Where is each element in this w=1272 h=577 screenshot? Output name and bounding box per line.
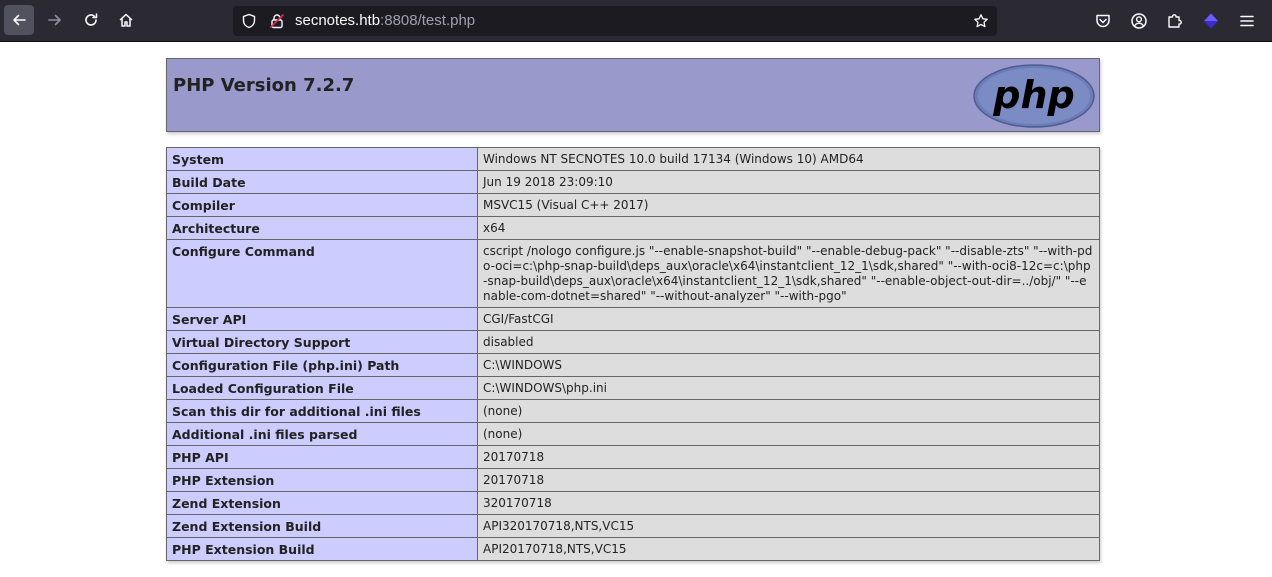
table-row: Configure Command cscript /nologo configu… <box>166 239 1100 308</box>
address-bar[interactable]: secnotes.htb:8808/test.php <box>233 6 997 36</box>
row-key: System <box>166 147 478 171</box>
phpinfo-table: System Windows NT SECNOTES 10.0 build 171… <box>166 147 1100 561</box>
table-row: Configuration File (php.ini) Path C:\WIND… <box>166 353 1100 377</box>
forward-button[interactable] <box>40 5 70 35</box>
row-value: 20170718 <box>477 445 1100 469</box>
row-key: Architecture <box>166 216 478 240</box>
row-key: Server API <box>166 307 478 331</box>
table-row: Server API CGI/FastCGI <box>166 307 1100 331</box>
row-value: C:\WINDOWS <box>477 353 1100 377</box>
row-key: Configuration File (php.ini) Path <box>166 353 478 377</box>
cube-icon[interactable] <box>1202 12 1220 30</box>
row-value: API20170718,NTS,VC15 <box>477 537 1100 561</box>
home-icon <box>119 13 133 27</box>
php-logo-text: php <box>992 73 1074 117</box>
url-text[interactable]: secnotes.htb:8808/test.php <box>295 12 475 29</box>
account-icon[interactable] <box>1130 12 1148 30</box>
row-value: API320170718,NTS,VC15 <box>477 514 1100 538</box>
browser-toolbar: secnotes.htb:8808/test.php <box>0 0 1272 42</box>
row-key: Loaded Configuration File <box>166 376 478 400</box>
row-key: Compiler <box>166 193 478 217</box>
puzzle-icon[interactable] <box>1166 12 1184 30</box>
table-row: PHP Extension 20170718 <box>166 468 1100 492</box>
shield-icon[interactable] <box>241 13 257 29</box>
row-value: cscript /nologo configure.js "--enable-s… <box>477 239 1100 308</box>
table-row: Zend Extension Build API320170718,NTS,VC1… <box>166 514 1100 538</box>
row-value: CGI/FastCGI <box>477 307 1100 331</box>
home-button[interactable] <box>111 5 141 35</box>
table-row: Compiler MSVC15 (Visual C++ 2017) <box>166 193 1100 217</box>
page-title: PHP Version 7.2.7 <box>173 75 355 96</box>
row-key: Additional .ini files parsed <box>166 422 478 446</box>
arrow-left-icon <box>13 14 26 26</box>
phpinfo-header: PHP Version 7.2.7 php <box>166 58 1100 132</box>
row-value: disabled <box>477 330 1100 354</box>
url-path: :8808/test.php <box>380 12 476 29</box>
row-key: PHP Extension Build <box>166 537 478 561</box>
page-content: PHP Version 7.2.7 php System Windows NT S… <box>0 42 1272 577</box>
table-row: Zend Extension 320170718 <box>166 491 1100 515</box>
star-icon[interactable] <box>973 13 989 29</box>
php-logo[interactable]: php <box>973 64 1095 128</box>
row-value: (none) <box>477 422 1100 446</box>
row-value: Windows NT SECNOTES 10.0 build 17134 (Wi… <box>477 147 1100 171</box>
row-key: Scan this dir for additional .ini files <box>166 399 478 423</box>
row-value: (none) <box>477 399 1100 423</box>
table-row: Loaded Configuration File C:\WINDOWS\php.… <box>166 376 1100 400</box>
table-row: Additional .ini files parsed (none) <box>166 422 1100 446</box>
table-row: PHP Extension Build API20170718,NTS,VC15 <box>166 537 1100 561</box>
row-value: x64 <box>477 216 1100 240</box>
table-row: Scan this dir for additional .ini files(… <box>166 399 1100 423</box>
row-value: MSVC15 (Visual C++ 2017) <box>477 193 1100 217</box>
row-key: Configure Command <box>166 239 478 308</box>
row-key: Build Date <box>166 170 478 194</box>
table-row: Virtual Directory Support disabled <box>166 330 1100 354</box>
pocket-icon[interactable] <box>1094 12 1112 30</box>
row-key: PHP API <box>166 445 478 469</box>
row-value: 320170718 <box>477 491 1100 515</box>
row-key: Virtual Directory Support <box>166 330 478 354</box>
row-value: C:\WINDOWS\php.ini <box>477 376 1100 400</box>
reload-icon <box>85 13 98 26</box>
row-key: Zend Extension Build <box>166 514 478 538</box>
table-row: Build Date Jun 19 2018 23:09:10 <box>166 170 1100 194</box>
row-key: PHP Extension <box>166 468 478 492</box>
arrow-right-icon <box>48 14 61 26</box>
url-host: secnotes.htb <box>295 12 381 29</box>
table-row: System Windows NT SECNOTES 10.0 build 171… <box>166 147 1100 171</box>
lock-warning-icon[interactable] <box>269 13 285 29</box>
row-value: Jun 19 2018 23:09:10 <box>477 170 1100 194</box>
row-key: Zend Extension <box>166 491 478 515</box>
row-value: 20170718 <box>477 468 1100 492</box>
table-row: PHP API 20170718 <box>166 445 1100 469</box>
hamburger-menu-icon[interactable] <box>1238 12 1256 30</box>
table-row: Architecture x64 <box>166 216 1100 240</box>
reload-button[interactable] <box>76 5 106 35</box>
back-button[interactable] <box>4 5 34 35</box>
